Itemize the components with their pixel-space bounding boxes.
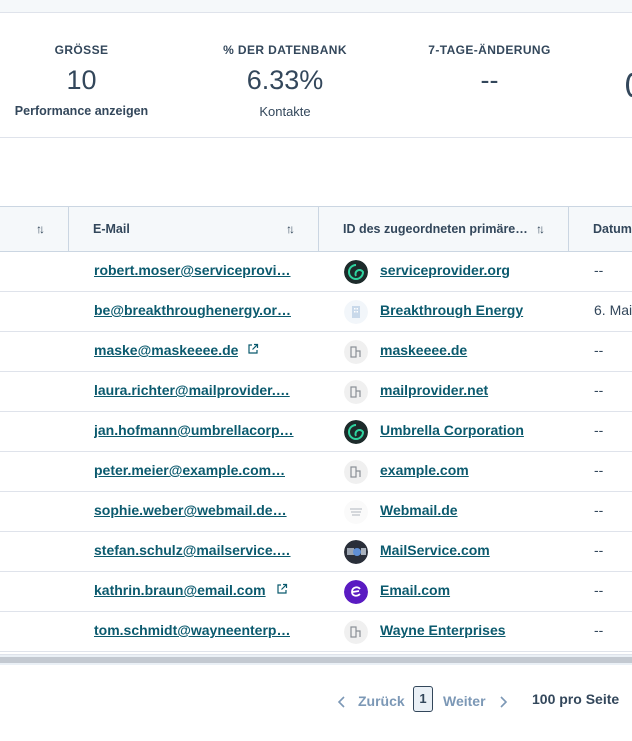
company-link[interactable]: Email.com bbox=[380, 582, 450, 598]
company-link[interactable]: Webmail.de bbox=[380, 502, 458, 518]
external-link-icon[interactable] bbox=[247, 342, 259, 354]
email-link[interactable]: stefan.schulz@mailservice.… bbox=[94, 542, 291, 558]
stack-logo-icon bbox=[344, 500, 368, 524]
email-link[interactable]: maske@maskeeee.de bbox=[94, 342, 238, 358]
date-cell: -- bbox=[594, 502, 604, 518]
stat-seven-day-change-value: -- bbox=[480, 65, 499, 95]
company-link[interactable]: serviceprovider.org bbox=[380, 262, 510, 278]
table-header: ↑↓ E-Mail ↑↓ ID des zugeordneten primäre… bbox=[0, 206, 632, 252]
external-link-icon[interactable] bbox=[276, 582, 288, 594]
next-page-button[interactable]: Weiter bbox=[443, 693, 486, 709]
view-performance-link[interactable]: Performance anzeigen bbox=[0, 104, 163, 118]
stat-seven-day-change-label: 7-TAGE-ÄNDERUNG bbox=[428, 43, 551, 57]
column-divider[interactable] bbox=[68, 207, 69, 251]
e-logo-icon bbox=[344, 580, 368, 604]
table-row: peter.meier@example.com… example.com -- bbox=[0, 451, 632, 492]
building-icon bbox=[344, 340, 368, 364]
company-link[interactable]: MailService.com bbox=[380, 542, 490, 558]
date-cell: -- bbox=[594, 582, 604, 598]
chevron-left-icon[interactable] bbox=[337, 695, 347, 709]
building-icon bbox=[344, 460, 368, 484]
photo-logo-icon bbox=[344, 540, 368, 564]
date-cell: 6. Mai bbox=[594, 302, 632, 318]
prev-page-button[interactable]: Zurück bbox=[358, 693, 405, 709]
date-cell: -- bbox=[594, 462, 604, 478]
column-divider[interactable] bbox=[568, 207, 569, 251]
table-row: sophie.weber@webmail.de… Webmail.de -- bbox=[0, 491, 632, 532]
email-link[interactable]: laura.richter@mailprovider.… bbox=[94, 382, 290, 398]
company-link[interactable]: maskeeee.de bbox=[380, 342, 467, 358]
stat-database-percent-sub: Kontakte bbox=[259, 104, 311, 119]
company-link[interactable]: Umbrella Corporation bbox=[380, 422, 524, 438]
building-icon bbox=[344, 380, 368, 404]
segment-stats-panel: GRÖSSE 10 Performance anzeigen % DER DAT… bbox=[0, 13, 632, 138]
table-row: robert.moser@serviceprovi… serviceprovide… bbox=[0, 251, 632, 292]
email-link[interactable]: tom.schmidt@wayneenterp… bbox=[94, 622, 290, 638]
building-icon bbox=[344, 620, 368, 644]
swirl-logo-icon bbox=[344, 420, 368, 444]
header-company[interactable]: ID des zugeordneten primäre… bbox=[343, 207, 528, 251]
email-link[interactable]: kathrin.braun@email.com bbox=[94, 582, 266, 598]
stat-size-label: GRÖSSE bbox=[54, 43, 109, 57]
per-page-selector[interactable]: 100 pro Seite bbox=[532, 691, 619, 707]
stat-next-cutoff bbox=[626, 73, 632, 97]
sort-icon[interactable]: ↑↓ bbox=[36, 222, 45, 236]
table-row: be@breakthroughenergy.or… Breakthrough En… bbox=[0, 291, 632, 332]
stat-size-value: 10 bbox=[66, 65, 97, 95]
table-row: jan.hofmann@umbrellacorp… Umbrella Corpor… bbox=[0, 411, 632, 452]
horizontal-scrollbar[interactable] bbox=[0, 654, 632, 665]
header-date[interactable]: Datum bbox=[593, 207, 632, 251]
date-cell: -- bbox=[594, 622, 604, 638]
table-row: kathrin.braun@email.com Email.com -- bbox=[0, 571, 632, 612]
table-row: stefan.schulz@mailservice.… MailService.c… bbox=[0, 531, 632, 572]
table-row: laura.richter@mailprovider.… mailprovider… bbox=[0, 371, 632, 412]
date-cell: -- bbox=[594, 422, 604, 438]
table-row: tom.schmidt@wayneenterp… Wayne Enterprise… bbox=[0, 611, 632, 652]
email-link[interactable]: peter.meier@example.com… bbox=[94, 462, 285, 478]
company-link[interactable]: Wayne Enterprises bbox=[380, 622, 506, 638]
email-link[interactable]: sophie.weber@webmail.de… bbox=[94, 502, 287, 518]
current-page[interactable]: 1 bbox=[413, 686, 433, 712]
email-link[interactable]: be@breakthroughenergy.or… bbox=[94, 302, 291, 318]
table-row: maske@maskeeee.de maskeeee.de -- bbox=[0, 331, 632, 372]
chevron-right-icon[interactable] bbox=[498, 695, 508, 709]
company-link[interactable]: Breakthrough Energy bbox=[380, 302, 523, 318]
building-icon bbox=[344, 300, 368, 324]
sort-icon[interactable]: ↑↓ bbox=[536, 222, 545, 236]
email-link[interactable]: jan.hofmann@umbrellacorp… bbox=[94, 422, 294, 438]
column-divider[interactable] bbox=[318, 207, 319, 251]
date-cell: -- bbox=[594, 342, 604, 358]
email-link[interactable]: robert.moser@serviceprovi… bbox=[94, 262, 291, 278]
stat-database-percent-value: 6.33% bbox=[246, 65, 324, 95]
date-cell: -- bbox=[594, 542, 604, 558]
header-email[interactable]: E-Mail bbox=[93, 207, 130, 251]
date-cell: -- bbox=[594, 262, 604, 278]
swirl-logo-icon bbox=[344, 260, 368, 284]
company-link[interactable]: example.com bbox=[380, 462, 469, 478]
company-link[interactable]: mailprovider.net bbox=[380, 382, 488, 398]
top-toolbar-strip bbox=[0, 0, 632, 13]
scrollbar-thumb[interactable] bbox=[0, 657, 632, 663]
sort-icon[interactable]: ↑↓ bbox=[286, 222, 295, 236]
stat-database-percent-label: % DER DATENBANK bbox=[223, 43, 347, 57]
date-cell: -- bbox=[594, 382, 604, 398]
